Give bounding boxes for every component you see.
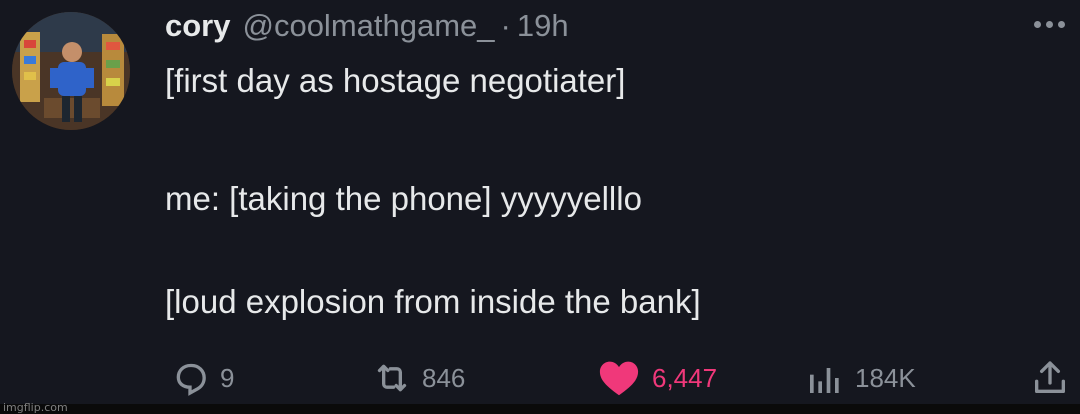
reply-icon <box>176 363 206 396</box>
share-button[interactable] <box>1030 352 1070 404</box>
like-count: 6,447 <box>652 362 718 393</box>
tweet-text-line: [loud explosion from inside the bank] <box>165 283 701 320</box>
action-bar: 9 846 6,447 184K <box>0 352 1080 404</box>
author-handle[interactable]: @coolmathgame_ <box>242 8 494 44</box>
views-icon <box>810 368 839 393</box>
tweet-header: cory @coolmathgame_ · 19h <box>165 8 569 48</box>
avatar-image <box>12 12 130 130</box>
more-dot <box>1058 20 1065 28</box>
header-separator: · <box>500 8 511 43</box>
avatar[interactable] <box>12 12 130 130</box>
reply-count: 9 <box>220 362 235 393</box>
views-button[interactable]: 184K <box>805 352 916 404</box>
tweet-time[interactable]: 19h <box>517 8 569 44</box>
retweet-icon <box>377 364 407 392</box>
views-count: 184K <box>855 362 916 393</box>
retweet-button[interactable]: 846 <box>372 352 465 404</box>
tweet-text-line: me: [taking the phone] yyyyyelllo <box>165 180 642 217</box>
heart-icon <box>599 361 639 396</box>
share-icon <box>1035 361 1065 393</box>
watermark-bar <box>0 404 1080 414</box>
reply-button[interactable]: 9 <box>170 352 234 404</box>
retweet-count: 846 <box>422 362 466 393</box>
more-dot <box>1034 20 1041 28</box>
tweet-text-line: [first day as hostage negotiater] <box>165 62 626 99</box>
watermark: imgflip.com <box>3 401 68 414</box>
more-dot <box>1046 20 1053 28</box>
like-button[interactable]: 6,447 <box>596 352 717 404</box>
more-icon[interactable] <box>1034 14 1074 34</box>
author-name[interactable]: cory <box>165 8 230 44</box>
tweet: cory @coolmathgame_ · 19h [first day as … <box>0 0 1080 414</box>
